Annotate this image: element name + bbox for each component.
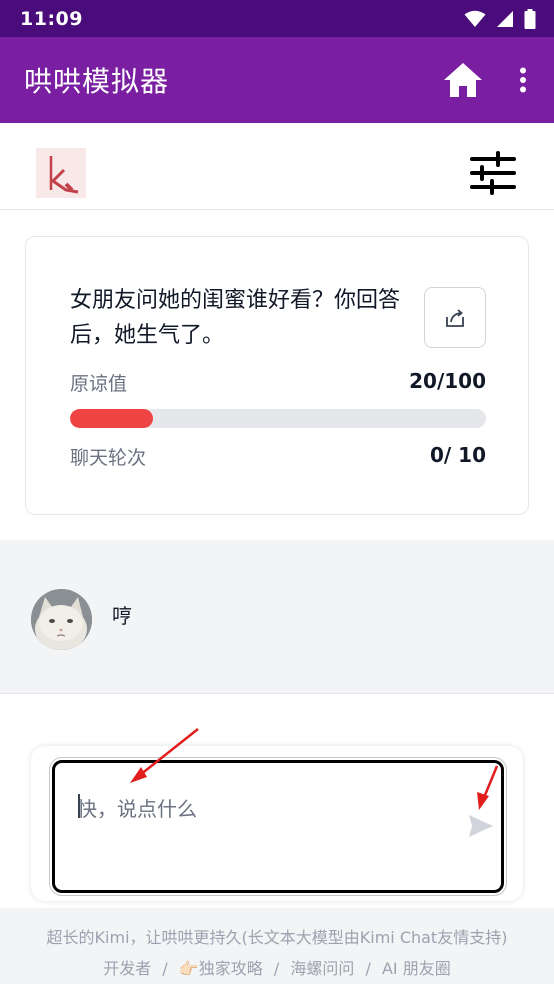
- scenario-card: 女朋友问她的闺蜜谁好看？你回答后，她生气了。 原谅值 20/100 聊天轮次 0…: [25, 236, 529, 515]
- cat-face-icon: [31, 589, 92, 650]
- send-icon: [469, 815, 493, 837]
- scenario-question: 女朋友问她的闺蜜谁好看？你回答后，她生气了。: [70, 288, 401, 348]
- footer: 超长的Kimi，让哄哄更持久(长文本大模型由Kimi Chat友情支持) 开发者…: [0, 908, 554, 984]
- more-vertical-icon: [520, 67, 526, 93]
- home-icon: [444, 63, 482, 97]
- footer-link-ai-moments[interactable]: AI 朋友圈: [382, 959, 451, 978]
- message-input[interactable]: 快，说点什么: [49, 757, 507, 896]
- share-button[interactable]: [424, 287, 486, 348]
- footer-links: 开发者 / 👉🏻独家攻略 / 海螺问问 / AI 朋友圈: [0, 955, 554, 979]
- signal-icon: [497, 10, 513, 27]
- settings-button[interactable]: [468, 151, 518, 195]
- top-toolbar: [0, 123, 554, 210]
- home-button[interactable]: [440, 57, 486, 103]
- footer-credit: 超长的Kimi，让哄哄更持久(长文本大模型由Kimi Chat友情支持): [46, 928, 508, 947]
- status-time: 11:09: [20, 7, 83, 30]
- forgiveness-progress-bar: [70, 409, 486, 428]
- share-icon: [446, 308, 464, 327]
- forgiveness-label: 原谅值: [70, 373, 128, 395]
- footer-link-developer[interactable]: 开发者: [103, 959, 151, 978]
- wifi-icon: [464, 10, 486, 27]
- send-button[interactable]: [466, 811, 496, 841]
- message-input-placeholder: 快，说点什么: [77, 797, 197, 821]
- forgiveness-value: 20/100: [409, 369, 486, 393]
- footer-separator: /: [273, 959, 280, 978]
- chat-area: 哼: [0, 540, 554, 694]
- battery-icon: [524, 8, 536, 29]
- footer-separator: /: [365, 959, 371, 978]
- footer-link-guide[interactable]: 👉🏻独家攻略: [179, 959, 263, 978]
- status-icons: [464, 8, 536, 29]
- footer-link-hailuo[interactable]: 海螺问问: [290, 959, 354, 978]
- rounds-label: 聊天轮次: [70, 447, 147, 469]
- sliders-icon: [470, 151, 516, 195]
- input-container: 快，说点什么: [31, 746, 523, 901]
- cat-avatar: [31, 589, 92, 650]
- app-logo[interactable]: [36, 148, 86, 198]
- text-cursor: [78, 794, 80, 818]
- logo-k-icon: [36, 148, 86, 198]
- chat-message: 哼: [112, 604, 132, 628]
- app-bar: 哄哄模拟器: [0, 37, 554, 123]
- overflow-menu-button[interactable]: [512, 57, 534, 103]
- footer-separator: /: [162, 959, 168, 978]
- rounds-value: 0/ 10: [429, 443, 486, 467]
- status-bar: 11:09: [0, 0, 554, 37]
- app-title: 哄哄模拟器: [24, 65, 170, 98]
- forgiveness-progress-fill: [70, 409, 154, 428]
